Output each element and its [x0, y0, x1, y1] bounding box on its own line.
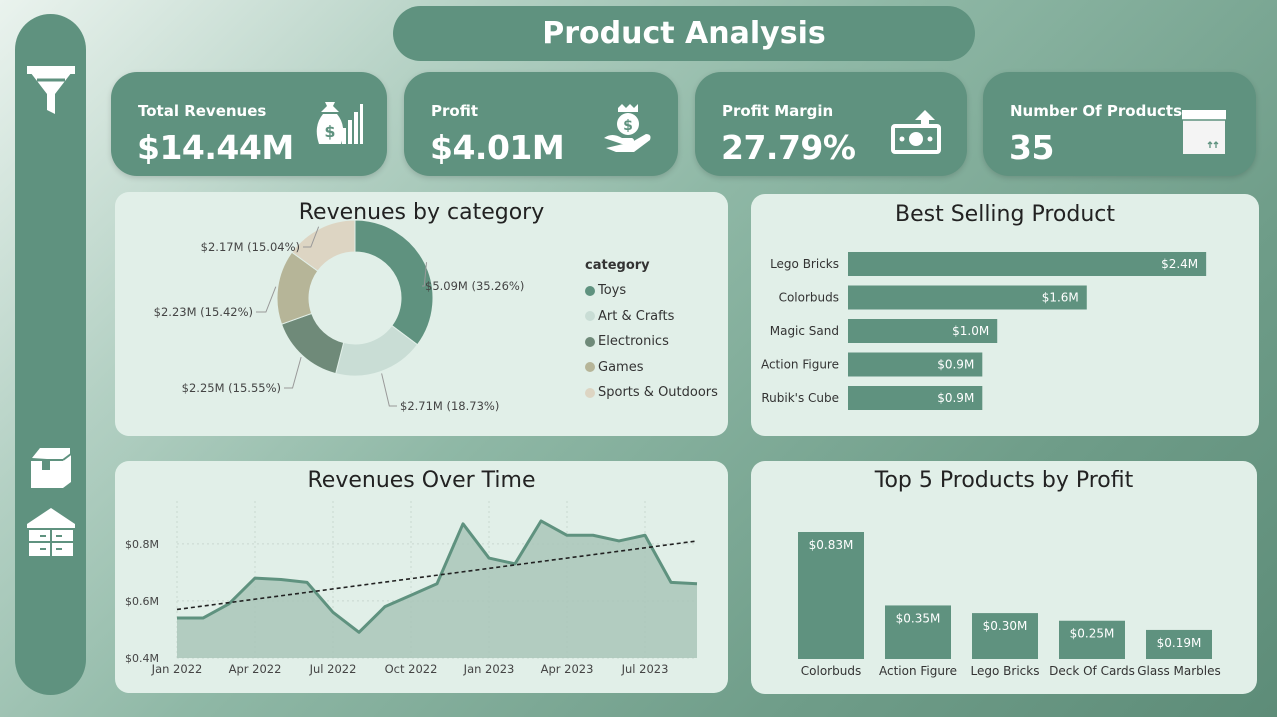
leader-line	[381, 373, 397, 407]
category-label: Action Figure	[761, 358, 839, 372]
leader-line	[284, 356, 302, 389]
legend-swatch	[585, 387, 595, 398]
kpi-value: $4.01M	[430, 128, 565, 167]
horizontal-bar-chart: Lego Bricks $2.4M Colorbuds $1.6M Magic Sand…	[761, 252, 1207, 410]
x-tick-label: Apr 2023	[541, 662, 594, 676]
category-label: Colorbuds	[779, 291, 839, 305]
kpi-label: Number Of Products	[1010, 102, 1182, 120]
bar[interactable]	[848, 252, 1207, 276]
donut-slice[interactable]	[280, 312, 345, 375]
best-selling-product-card: Best Selling Product Lego Bricks $2.4M Col…	[751, 194, 1259, 436]
legend-label: Games	[598, 359, 644, 375]
svg-text:$: $	[623, 118, 633, 134]
y-tick-label: $0.8M	[125, 538, 159, 551]
legend-label: Toys	[598, 283, 627, 299]
legend-item[interactable]: Toys	[585, 278, 718, 304]
legend-item[interactable]: Games	[585, 355, 718, 381]
kpi-profit: Profit $4.01M $	[404, 72, 678, 176]
sidebar	[15, 14, 86, 695]
data-label: $0.9M	[937, 391, 974, 405]
kpi-value: 27.79%	[721, 128, 856, 167]
kpi-total-revenues: Total Revenues $14.44M $	[111, 72, 387, 176]
kpi-label: Profit	[431, 102, 478, 120]
banknote-arrow-icon	[891, 110, 943, 160]
legend-swatch	[585, 311, 595, 322]
data-label: $1.0M	[952, 324, 989, 338]
box-icon[interactable]	[15, 446, 86, 490]
x-tick-label: Apr 2022	[229, 662, 282, 676]
kpi-label: Profit Margin	[722, 102, 834, 120]
legend-label: Sports & Outdoors	[598, 385, 718, 401]
data-label: $0.19M	[1157, 636, 1202, 650]
legend-swatch	[585, 362, 595, 373]
money-bag-chart-icon: $	[311, 98, 363, 154]
donut-slice[interactable]	[354, 219, 434, 346]
x-tick-label: Jan 2023	[463, 662, 515, 676]
data-label: $2.25M (15.55%)	[182, 381, 281, 395]
category-label: Lego Bricks	[971, 664, 1040, 678]
kpi-profit-margin: Profit Margin 27.79%	[695, 72, 967, 176]
svg-text:$: $	[324, 122, 335, 141]
funnel-icon[interactable]	[15, 64, 86, 119]
warehouse-icon[interactable]	[15, 506, 86, 558]
x-tick-label: Jan 2022	[151, 662, 203, 676]
chart-legend: category Toys Art & Crafts Electronics Game…	[585, 258, 718, 406]
legend-swatch	[585, 336, 595, 347]
legend-label: Electronics	[598, 334, 669, 350]
legend-item[interactable]: Art & Crafts	[585, 304, 718, 330]
area-chart: $0.8M$0.6M$0.4MJan 2022 Apr 2022 Jul 2022 O…	[125, 501, 698, 676]
kpi-label: Total Revenues	[138, 102, 267, 120]
legend-swatch	[585, 285, 595, 296]
legend-item[interactable]: Sports & Outdoors	[585, 380, 718, 406]
category-label: Colorbuds	[801, 664, 861, 678]
category-label: Lego Bricks	[770, 257, 839, 271]
kpi-number-of-products: Number Of Products 35	[983, 72, 1256, 176]
revenues-by-category-card: Revenues by category $5.09M (35.26%) $2.7…	[115, 192, 728, 436]
box-icon	[1181, 108, 1227, 160]
data-label: $5.09M (35.26%)	[425, 279, 524, 293]
category-label: Glass Marbles	[1137, 664, 1221, 678]
page-title: Product Analysis	[393, 6, 975, 61]
x-tick-label: Oct 2022	[385, 662, 438, 676]
x-tick-label: Jul 2023	[621, 662, 669, 676]
category-label: Rubik's Cube	[761, 391, 839, 405]
kpi-value: $14.44M	[137, 128, 294, 167]
legend-item[interactable]: Electronics	[585, 329, 718, 355]
data-label: $2.71M (18.73%)	[400, 399, 499, 413]
kpi-value: 35	[1009, 128, 1054, 167]
vertical-bar-chart: $0.83M Colorbuds $0.35M Action Figure $0.30M…	[798, 532, 1221, 678]
x-tick-label: Jul 2022	[309, 662, 357, 676]
data-label: $2.23M (15.42%)	[154, 305, 253, 319]
data-label: $1.6M	[1042, 291, 1079, 305]
leader-line	[256, 286, 277, 313]
category-label: Action Figure	[879, 664, 957, 678]
data-label: $2.4M	[1161, 257, 1198, 271]
y-tick-label: $0.6M	[125, 595, 159, 608]
data-label: $0.35M	[896, 611, 941, 625]
legend-label: Art & Crafts	[598, 308, 675, 324]
category-label: Magic Sand	[770, 324, 839, 338]
legend-title: category	[585, 258, 650, 273]
data-label: $0.30M	[983, 619, 1028, 633]
data-label: $0.9M	[937, 358, 974, 372]
data-label: $0.25M	[1070, 627, 1115, 641]
data-label: $2.17M (15.04%)	[201, 240, 300, 254]
revenues-over-time-card: Revenues Over Time $0.8M $0.6M $0.4M Jan 20…	[115, 461, 728, 693]
data-label: $0.83M	[809, 538, 854, 552]
hand-money-icon: $	[602, 104, 654, 158]
top-5-products-by-profit-card: Top 5 Products by Profit $0.83M Colorbuds…	[751, 461, 1257, 694]
category-label: Deck Of Cards	[1049, 664, 1135, 678]
